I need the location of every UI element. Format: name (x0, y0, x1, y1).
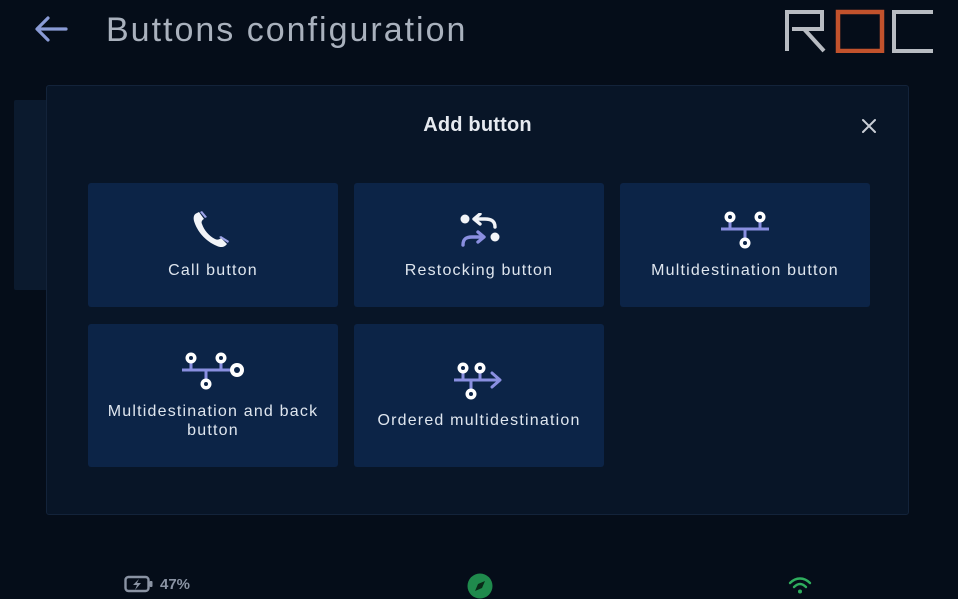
multidestination-back-icon (182, 352, 244, 390)
page-title: Buttons configuration (106, 11, 468, 49)
restocking-button-label: Restocking button (404, 262, 554, 279)
multidestination-icon (721, 211, 769, 249)
multidestination-button-option[interactable]: Multidestination button (620, 183, 870, 307)
close-icon[interactable] (859, 116, 879, 136)
call-button-option[interactable]: Call button (88, 183, 338, 307)
page: Buttons configuration Add button Call bu… (0, 0, 958, 599)
back-button[interactable] (30, 10, 72, 48)
modal-title: Add button (423, 114, 532, 136)
multidestination-back-button-option[interactable]: Multidestination and back button (88, 324, 338, 467)
battery-percent: 47% (160, 575, 191, 593)
add-button-modal: Add button Call button Restocking button… (46, 85, 909, 515)
arrow-left-icon (35, 16, 68, 42)
roc-logo (785, 9, 933, 53)
phone-icon (193, 211, 229, 248)
multidestination-button-label: Multidestination button (651, 262, 839, 279)
battery-status: 47% (124, 575, 190, 593)
ordered-multidestination-label: Ordered multidestination (377, 412, 581, 429)
compass-icon (467, 573, 493, 599)
multidestination-back-button-label: Multidestination and back button (107, 403, 319, 439)
restocking-arrows-icon (460, 213, 500, 247)
battery-charging-icon (124, 575, 153, 593)
restocking-button-option[interactable]: Restocking button (354, 183, 604, 307)
call-button-label: Call button (168, 262, 258, 279)
ordered-multidestination-option[interactable]: Ordered multidestination (354, 324, 604, 467)
ordered-multidestination-icon (454, 362, 502, 400)
wifi-icon (788, 577, 812, 594)
